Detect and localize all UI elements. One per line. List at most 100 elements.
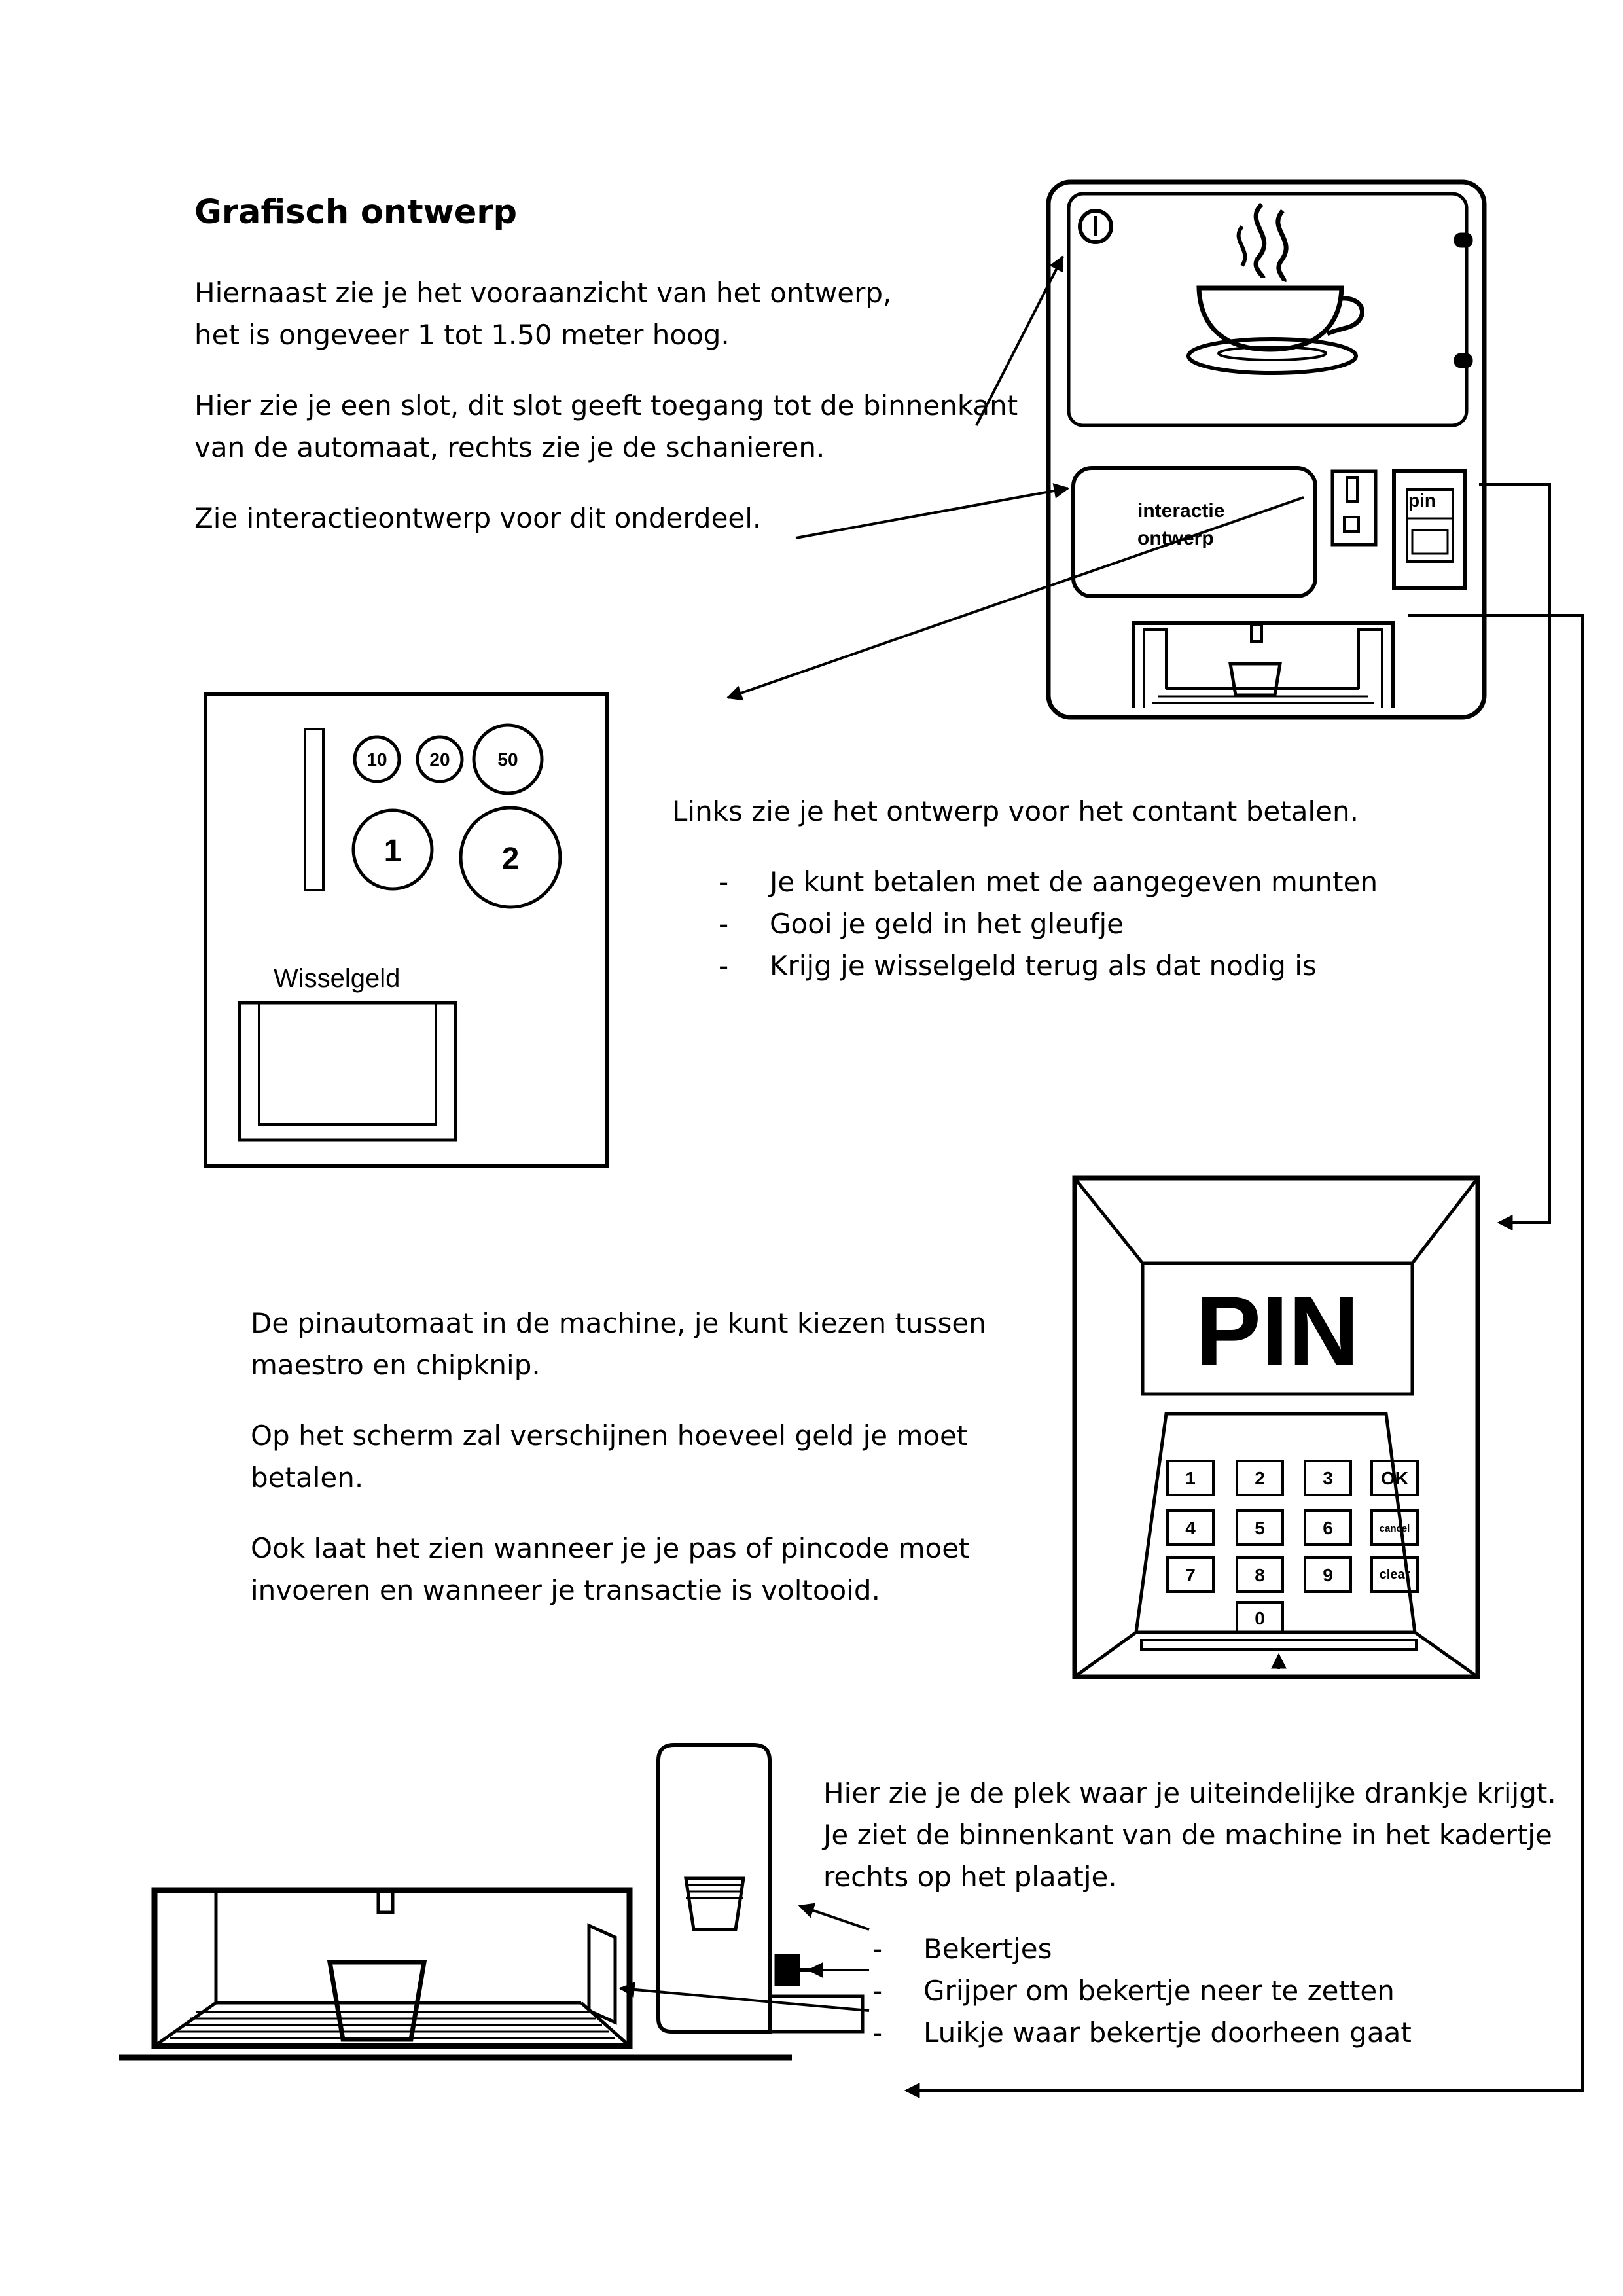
bullet-text: Gooi je geld in het gleufje bbox=[770, 908, 1124, 940]
pin-screen bbox=[1141, 1261, 1414, 1396]
coin-label: 50 bbox=[497, 749, 518, 770]
bullet-item: - Bekertjes bbox=[872, 1928, 1412, 1970]
cash-panel-frame bbox=[204, 692, 609, 1168]
interaction-panel-label: interactie bbox=[1137, 500, 1224, 522]
machine-body bbox=[1046, 179, 1487, 720]
coin-icon bbox=[353, 735, 401, 783]
cup-icon bbox=[1228, 662, 1282, 697]
bullet-dash: - bbox=[719, 950, 729, 982]
delivery-bullets: - Bekertjes - Grijper om bekertje neer te … bbox=[872, 1928, 1412, 2054]
hatch bbox=[587, 1923, 617, 2025]
keypad: 1 2 3 OK 4 5 6 cancel 7 8 9 clear 0 bbox=[1166, 1460, 1419, 1634]
pin-text-1: De pinautomaat in de machine, je kunt ki… bbox=[251, 1302, 986, 1386]
delivery-line: Je ziet de binnenkant van de machine in … bbox=[823, 1819, 1552, 1851]
coin-label: 2 bbox=[502, 842, 520, 876]
machine-front-view: interactie ontwerp pin bbox=[1046, 179, 1487, 720]
pin-terminal-frame bbox=[1072, 1175, 1480, 1679]
keypad-key-label: 4 bbox=[1185, 1518, 1196, 1538]
interaction-panel-label: ontwerp bbox=[1137, 528, 1214, 549]
hinge-icon bbox=[1454, 232, 1473, 248]
bullet-dash: - bbox=[872, 2017, 883, 2049]
bullet-dash: - bbox=[872, 1975, 883, 2007]
page-title: Grafisch ontwerp bbox=[194, 193, 517, 232]
pin-line: invoeren en wanneer je transactie is vol… bbox=[251, 1574, 880, 1606]
interaction-line: Zie interactieontwerp voor dit onderdeel… bbox=[194, 502, 762, 534]
keypad-key[interactable] bbox=[1166, 1460, 1215, 1496]
keypad-key-label: 9 bbox=[1323, 1565, 1333, 1585]
pin-screen-text: PIN bbox=[1196, 1276, 1359, 1386]
keypad-key[interactable] bbox=[1166, 1509, 1215, 1546]
slot-line: van de automaat, rechts zie je de schani… bbox=[194, 431, 825, 463]
hinge-icon bbox=[1454, 353, 1473, 368]
change-label: Wisselgeld bbox=[274, 964, 400, 993]
coin-label: 10 bbox=[366, 749, 387, 770]
keypad-key-label: 3 bbox=[1323, 1468, 1333, 1488]
machine-window bbox=[1067, 192, 1469, 427]
keypad-key-label: 0 bbox=[1255, 1608, 1265, 1628]
pin-text-3: Ook laat het zien wanneer je je pas of p… bbox=[251, 1528, 970, 1611]
delivery-text: Hier zie je de plek waar je uiteindelijk… bbox=[823, 1772, 1556, 1898]
interaction-panel bbox=[1071, 466, 1317, 598]
coffee-cup-icon bbox=[1186, 202, 1364, 375]
cup-stack-icon bbox=[684, 1876, 745, 1931]
bullet-item: - Gooi je geld in het gleufje bbox=[719, 903, 1378, 945]
bullet-text: Grijper om bekertje neer te zetten bbox=[923, 1975, 1395, 2007]
keypad-key[interactable] bbox=[1304, 1509, 1352, 1546]
bullet-text: Je kunt betalen met de aangegeven munten bbox=[770, 866, 1378, 898]
pin-reader-label: pin bbox=[1408, 490, 1436, 511]
arrow-to-pin-terminal bbox=[1479, 483, 1551, 1230]
keypad-key[interactable] bbox=[1236, 1460, 1284, 1496]
coin-icon bbox=[416, 735, 464, 783]
bullet-text: Bekertjes bbox=[923, 1933, 1052, 1965]
delivery-line: rechts op het plaatje. bbox=[823, 1861, 1117, 1893]
bullet-dash: - bbox=[719, 908, 729, 940]
arrow-to-cups bbox=[798, 1903, 870, 1931]
keypad-key-zero[interactable] bbox=[1236, 1601, 1284, 1634]
coin-slot bbox=[1330, 469, 1378, 547]
bullet-dash: - bbox=[872, 1933, 883, 1965]
cash-bullets: - Je kunt betalen met de aangegeven munte… bbox=[719, 861, 1378, 987]
cash-payment-panel: 10 20 50 1 2 Wisselgeld bbox=[204, 692, 609, 1168]
cash-intro-line: Links zie je het ontwerp voor het contan… bbox=[672, 795, 1359, 827]
keypad-key-label: 8 bbox=[1255, 1565, 1265, 1585]
pin-reader-inner bbox=[1406, 488, 1454, 563]
pin-line: betalen. bbox=[251, 1462, 364, 1494]
intro-line: Hiernaast zie je het vooraanzicht van he… bbox=[194, 277, 892, 309]
keypad-key[interactable] bbox=[1236, 1556, 1284, 1593]
keypad-key-label: 7 bbox=[1185, 1565, 1196, 1585]
cash-intro: Links zie je het ontwerp voor het contan… bbox=[672, 791, 1359, 833]
pin-text-2: Op het scherm zal verschijnen hoeveel ge… bbox=[251, 1415, 967, 1499]
bullet-text: Krijg je wisselgeld terug als dat nodig … bbox=[770, 950, 1317, 982]
slot-line: Hier zie je een slot, dit slot geeft toe… bbox=[194, 389, 1018, 422]
gripper-icon bbox=[774, 1954, 800, 1986]
change-tray bbox=[238, 1001, 457, 1142]
keypad-key[interactable] bbox=[1304, 1556, 1352, 1593]
pin-line: Op het scherm zal verschijnen hoeveel ge… bbox=[251, 1420, 968, 1452]
bullet-item: - Krijg je wisselgeld terug als dat nodig… bbox=[719, 945, 1378, 987]
keypad-key-label: 5 bbox=[1255, 1518, 1265, 1538]
card-slot bbox=[1140, 1639, 1418, 1651]
delivery-line: Hier zie je de plek waar je uiteindelijk… bbox=[823, 1777, 1556, 1809]
keypad-key[interactable] bbox=[1304, 1460, 1352, 1496]
cup-icon bbox=[327, 1960, 427, 2042]
keypad-key-label: clear bbox=[1380, 1568, 1410, 1582]
bullet-dash: - bbox=[719, 866, 729, 898]
pin-terminal: PIN 1 2 3 OK 4 5 6 cancel 7 8 9 clear 0 bbox=[1072, 1175, 1480, 1679]
cup-dispenser-column bbox=[656, 1743, 772, 2034]
bullet-text: Luikje waar bekertje doorheen gaat bbox=[923, 2017, 1412, 2049]
arrow-to-hatch bbox=[618, 1981, 870, 2012]
keypad-key[interactable] bbox=[1370, 1556, 1419, 1593]
pin-line: maestro en chipknip. bbox=[251, 1349, 541, 1381]
keypad-key[interactable] bbox=[1370, 1460, 1419, 1496]
keypad-key[interactable] bbox=[1166, 1556, 1215, 1593]
intro-text: Hiernaast zie je het vooraanzicht van he… bbox=[194, 272, 891, 356]
bullet-item: - Grijper om bekertje neer te zetten bbox=[872, 1970, 1412, 2012]
coin-icon bbox=[351, 808, 434, 891]
pin-line: De pinautomaat in de machine, je kunt ki… bbox=[251, 1307, 986, 1339]
coin-slot-opening bbox=[304, 728, 325, 891]
keypad-key-label: 6 bbox=[1323, 1518, 1333, 1538]
keypad-key[interactable] bbox=[1236, 1509, 1284, 1546]
coin-label: 20 bbox=[429, 749, 450, 770]
keypad-key[interactable] bbox=[1370, 1509, 1419, 1546]
coin-label: 1 bbox=[384, 834, 402, 869]
